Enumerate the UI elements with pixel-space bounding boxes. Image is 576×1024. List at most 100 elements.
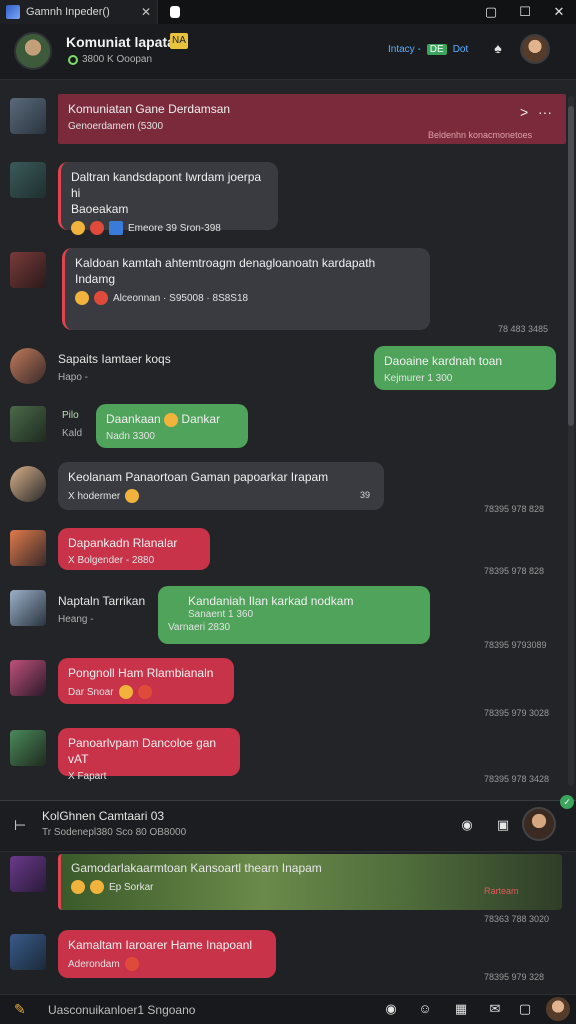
members-icon[interactable]: ♠ xyxy=(488,40,508,60)
message-meta-text: X hodermer xyxy=(68,490,121,502)
close-button[interactable]: ✕ xyxy=(542,0,576,24)
avatar[interactable] xyxy=(10,162,46,198)
minimize-button[interactable]: ▢ xyxy=(474,0,508,24)
gift-icon[interactable]: ▢ xyxy=(516,1001,534,1019)
channel-subtitle-text: 3800 K Ooopan xyxy=(82,54,153,65)
emoji-icon xyxy=(164,412,179,427)
message-input-bar: ✎ Uasconuikanloer1 Sngoano ◉ ☺ ▦ ✉ ▢ xyxy=(0,994,576,1024)
emoji-icon xyxy=(118,685,133,699)
username[interactable]: Naptaln Tarrikan xyxy=(58,594,145,608)
message-text: Dapankadn Rlanalar xyxy=(68,536,178,550)
channel-header: Komuniat lapata NA 3800 K Ooopan Intacy … xyxy=(0,24,576,80)
message-meta: Kejmurer 1 300 xyxy=(384,373,453,384)
message-bubble[interactable]: Kamaltam Iaroarer Hame Inapoanl Aderonda… xyxy=(58,930,276,978)
pen-icon[interactable]: ✎ xyxy=(14,1001,26,1018)
message-meta-text: Dar Snoar xyxy=(68,686,114,698)
avatar[interactable] xyxy=(10,348,46,384)
avatar[interactable] xyxy=(10,934,46,970)
avatar[interactable] xyxy=(10,730,46,766)
pinned-expand-icon[interactable]: > xyxy=(520,104,528,120)
message-bubble[interactable]: Daltran kandsdapont Iwrdam joerpa hi Bao… xyxy=(58,162,278,235)
game-card-label: Rarteam xyxy=(484,886,519,896)
emoji-icon xyxy=(137,685,152,699)
timestamp: 78395 978 828 xyxy=(484,504,545,514)
chat-icon[interactable]: ◉ xyxy=(382,1001,400,1019)
game-card-message[interactable]: Gamodarlakaarmtoan Kansoartl thearn Inap… xyxy=(58,854,562,910)
user-avatar[interactable] xyxy=(520,34,550,64)
maximize-button[interactable]: ☐ xyxy=(508,0,542,24)
message-text: Daankaan Dankar xyxy=(106,411,238,427)
message-text-tail: Dankar xyxy=(181,412,221,426)
message-bubble[interactable]: Kaldoan kamtah ahtemtroagm denagloanoatn… xyxy=(62,248,430,330)
message-bubble[interactable]: Daoaine kardnah toan Kejmurer 1 300 xyxy=(374,346,556,390)
message-text: Daoaine kardnah toan xyxy=(384,354,503,368)
message-meta: Ep Sorkar xyxy=(71,880,552,894)
message-meta: Emeore 39 Sron-398 xyxy=(71,221,268,235)
channel-avatar[interactable] xyxy=(14,32,52,70)
username[interactable]: Pilo xyxy=(62,410,79,421)
message-bubble[interactable]: Daankaan Dankar Nadn 3300 xyxy=(96,404,248,448)
avatar[interactable] xyxy=(10,856,46,892)
emoji-icon xyxy=(90,221,104,235)
channel-title: Komuniat lapata xyxy=(66,34,175,50)
record-icon[interactable]: ◉ xyxy=(458,817,476,835)
message-text-line2: Baoeakam xyxy=(71,202,129,216)
message-bubble[interactable]: Pongnoll Ham Rlambianaln Dar Snoar xyxy=(58,658,234,704)
message-meta: Sanaent 1 360 xyxy=(188,609,254,620)
emoji-picker-icon[interactable]: ☺ xyxy=(416,1001,434,1019)
avatar[interactable] xyxy=(10,406,46,442)
thread-title: KolGhnen Camtaari 03 xyxy=(42,809,165,823)
browser-tab[interactable]: Gamnh Inpeder() ✕ xyxy=(0,0,158,24)
attachment-icon[interactable]: ▦ xyxy=(452,1001,470,1019)
message-side-meta: 39 xyxy=(360,490,371,500)
message-meta: Alceonnan · S95008 · 8S8S18 xyxy=(75,291,420,305)
message-meta: X Fapart xyxy=(68,771,107,782)
message-text: Kandaniah Ilan karkad nodkam xyxy=(188,594,354,608)
timestamp: 78395 979 3028 xyxy=(484,708,550,718)
message-meta: X hodermer xyxy=(68,489,374,503)
emoji-icon xyxy=(71,880,85,894)
timestamp: 78395 979 328 xyxy=(484,972,545,982)
avatar[interactable] xyxy=(10,466,46,502)
timestamp: 78395 978 828 xyxy=(484,566,545,576)
inbox-icon[interactable]: ▣ xyxy=(494,817,512,835)
avatar[interactable] xyxy=(10,252,46,288)
message-bubble[interactable]: Dapankadn Rlanalar X Bolgender - 2880 xyxy=(58,528,210,570)
message-meta: Dar Snoar xyxy=(68,685,224,699)
status-text-secondary: Dot xyxy=(452,44,469,55)
feed-scrollbar[interactable] xyxy=(568,96,574,786)
message-meta-text: Alceonnan · S95008 · 8S8S18 xyxy=(113,292,249,304)
message-meta: X Bolgender - 2880 xyxy=(68,555,155,566)
channel-badge: NA xyxy=(170,33,188,49)
app-favicon-icon xyxy=(6,5,20,19)
message-text: Keolanam Panaortoan Gaman papoarkar Irap… xyxy=(68,470,329,484)
scrollbar-thumb[interactable] xyxy=(568,106,574,426)
message-bubble[interactable]: Kandaniah Ilan karkad nodkam Sanaent 1 3… xyxy=(158,586,430,644)
online-status-icon xyxy=(68,54,78,65)
message-bubble[interactable]: Panoarlvpam Dancoloe gan vAT X Fapart xyxy=(58,728,240,782)
message-input[interactable]: Uasconuikanloer1 Sngoano xyxy=(48,1003,195,1017)
avatar[interactable] xyxy=(10,590,46,626)
mail-icon[interactable]: ✉ xyxy=(486,1001,504,1019)
message-bubble[interactable]: Keolanam Panaortoan Gaman papoarkar Irap… xyxy=(58,462,384,510)
user-subtext: Heang - xyxy=(58,614,94,625)
thread-collapse-icon[interactable]: ⊢ xyxy=(14,817,26,834)
self-avatar[interactable] xyxy=(546,997,570,1021)
avatar[interactable] xyxy=(10,660,46,696)
new-tab-button[interactable] xyxy=(164,1,186,23)
avatar[interactable] xyxy=(10,98,46,134)
message-text: Gamodarlakaarmtoan Kansoartl thearn Inap… xyxy=(71,861,322,875)
avatar[interactable] xyxy=(10,530,46,566)
more-options-icon[interactable]: ··· xyxy=(538,104,552,120)
tab-title: Gamnh Inpeder() xyxy=(26,6,110,18)
username[interactable]: Sapaits Iamtaer koqs xyxy=(58,352,171,366)
timestamp: 78363 788 3020 xyxy=(484,914,550,924)
thread-bar[interactable]: ⊢ KolGhnen Camtaari 03 Tr Sodenepl380 Sc… xyxy=(0,795,576,852)
message-text: Daltran kandsdapont Iwrdam joerpa hi xyxy=(71,170,262,200)
channel-subtitle: 3800 K Ooopan xyxy=(68,54,152,65)
tab-close-icon[interactable]: ✕ xyxy=(141,5,151,19)
message-text: Kaldoan kamtah ahtemtroagm denagloanoatn… xyxy=(75,256,376,270)
thread-avatar[interactable] xyxy=(522,807,556,841)
timestamp: 78 483 3485 xyxy=(498,324,549,334)
timestamp: 78395 9793089 xyxy=(484,640,547,650)
